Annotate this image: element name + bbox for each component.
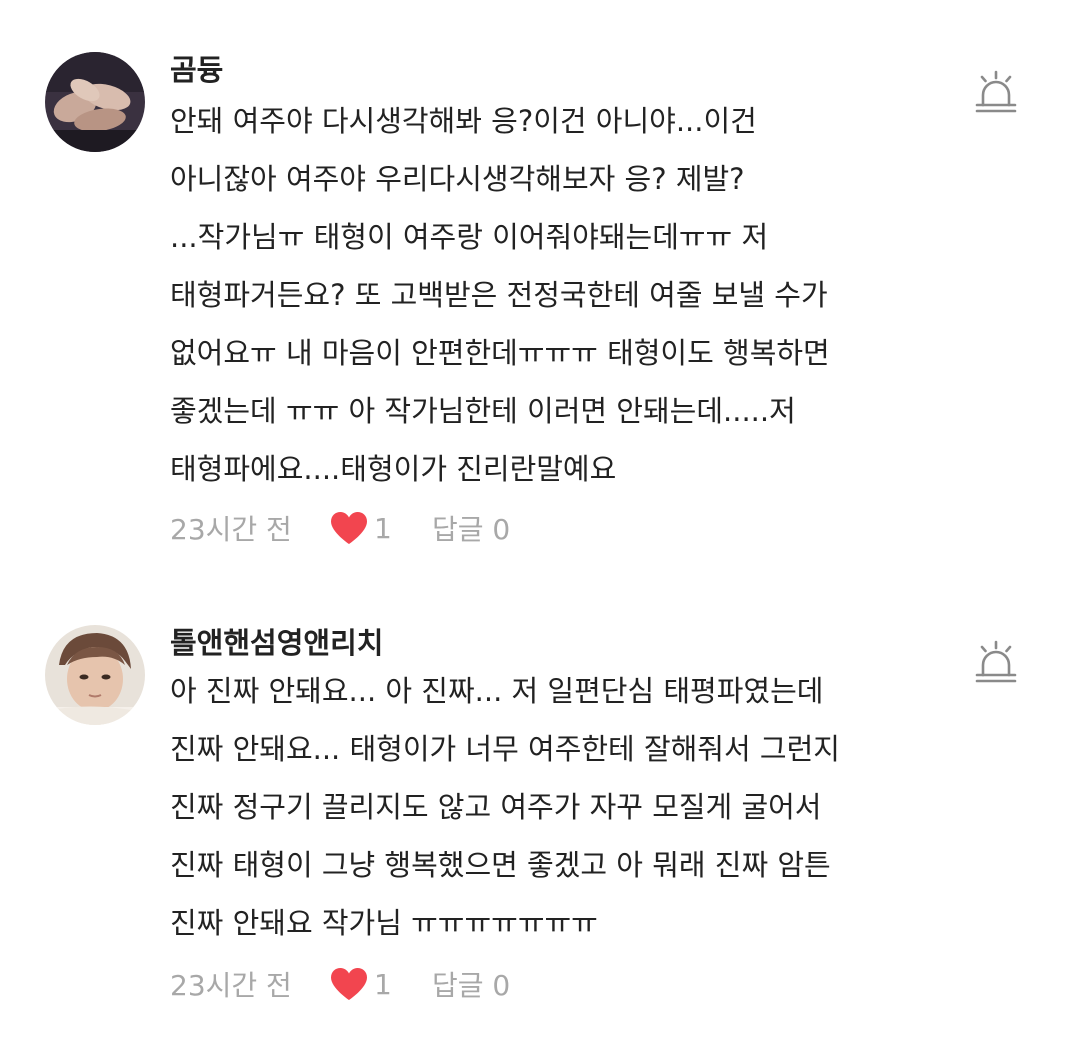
- report-button[interactable]: [975, 640, 1017, 684]
- like-button[interactable]: 1: [330, 967, 432, 1001]
- heart-icon: [331, 968, 367, 1000]
- reply-button[interactable]: 답글 0: [432, 508, 510, 548]
- comment-line: 진짜 정구기 끌리지도 않고 여주가 자꾸 모질게 굴어서: [170, 790, 822, 824]
- heart-icon: [331, 512, 367, 544]
- comment-line: 좋겠는데 ㅠㅠ 아 작가님한테 이러면 안돼는데.....저: [170, 394, 796, 428]
- comment-meta: 23시간 전 1 답글 0: [170, 508, 510, 548]
- comment-line: 아니잖아 여주야 우리다시생각해보자 응? 제발?: [170, 162, 745, 196]
- siren-report-icon: [975, 70, 1017, 113]
- siren-report-icon: [975, 640, 1017, 683]
- like-count: 1: [374, 511, 392, 545]
- comment-line: 없어요ㅠ 내 마음이 안편한데ㅠㅠㅠ 태형이도 행복하면: [170, 336, 830, 370]
- comment-line: ...작가님ㅠ 태형이 여주랑 이어줘야돼는데ㅠㅠ 저: [170, 220, 769, 254]
- comment-timestamp: 23시간 전: [170, 513, 292, 546]
- comment-line: 진짜 안돼요 작가님 ㅠㅠㅠㅠㅠㅠㅠ: [170, 906, 598, 940]
- comment-username[interactable]: 톨앤핸섬영앤리치: [170, 625, 383, 661]
- like-count: 1: [374, 967, 392, 1001]
- comment-timestamp: 23시간 전: [170, 969, 292, 1002]
- comment-body: 아 진짜 안돼요... 아 진짜... 저 일편단심 태평파였는데 진짜 안돼요…: [170, 662, 930, 952]
- comment-line: 아 진짜 안돼요... 아 진짜... 저 일편단심 태평파였는데: [170, 674, 824, 708]
- comment-line: 진짜 태형이 그냥 행복했으면 좋겠고 아 뭐래 진짜 암튼: [170, 848, 831, 882]
- comment-line: 태형파에요....태형이가 진리란말예요: [170, 452, 617, 486]
- comment-line: 안돼 여주야 다시생각해봐 응?이건 아니야...이건: [170, 104, 757, 138]
- avatar[interactable]: [45, 52, 145, 152]
- report-button[interactable]: [975, 70, 1017, 114]
- comment-line: 태형파거든요? 또 고백받은 전정국한테 여줄 보낼 수가: [170, 278, 828, 312]
- comment-meta: 23시간 전 1 답글 0: [170, 964, 510, 1004]
- comment-username[interactable]: 곰듕: [170, 52, 223, 88]
- like-button[interactable]: 1: [330, 511, 432, 545]
- comment-body: 안돼 여주야 다시생각해봐 응?이건 아니야...이건 아니잖아 여주야 우리다…: [170, 92, 930, 498]
- reply-button[interactable]: 답글 0: [432, 964, 510, 1004]
- comment-line: 진짜 안돼요... 태형이가 너무 여주한테 잘해줘서 그런지: [170, 732, 840, 766]
- avatar[interactable]: [45, 625, 145, 725]
